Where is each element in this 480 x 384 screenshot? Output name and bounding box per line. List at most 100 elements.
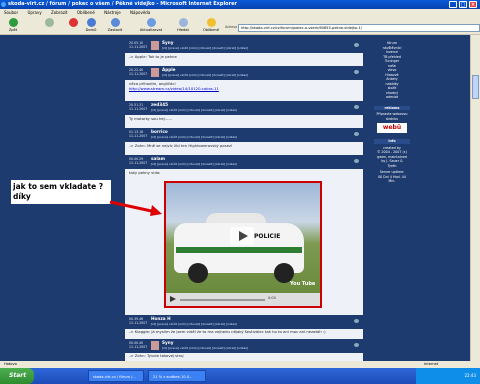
post-author[interactable]: Apple xyxy=(162,67,176,72)
back-button[interactable]: Zpět xyxy=(2,18,24,32)
post-actions[interactable]: [id] [pravé] vložit [nick] [citovat] [do… xyxy=(151,135,237,139)
menu-bar: Soubor Úpravy Zobrazit Oblíbené Nástroje… xyxy=(0,9,480,17)
post-author[interactable]: Syny xyxy=(162,40,173,45)
windows-taskbar: Start skoda-virt.cz / fórum /... 21 % z … xyxy=(0,368,480,384)
stop-icon xyxy=(68,18,78,27)
avatar xyxy=(151,41,159,50)
taskbar-item[interactable]: skoda-virt.cz / fórum /... xyxy=(88,370,144,382)
post-header: 01.13.18 11.11.2007 borrico [id] [pravé] … xyxy=(125,128,363,142)
page-scrollbar[interactable] xyxy=(470,35,480,367)
video-player[interactable]: POLICIE You Tube 0:00 xyxy=(164,181,322,308)
search-button[interactable]: Hledat xyxy=(172,18,194,32)
reply-icon[interactable] xyxy=(354,159,359,163)
status-text: Hotovo xyxy=(4,362,17,366)
ad-note: Připravte webovou stránku xyxy=(376,112,408,121)
right-sidebar: fórum návštěvníci inzerce TB přehled Tun… xyxy=(374,41,410,184)
post-actions[interactable]: [id] [pravé] vložit [nick] [citovat] [do… xyxy=(151,322,237,326)
zone-text: Internet xyxy=(424,362,439,366)
close-button[interactable]: × xyxy=(469,1,477,8)
post-author[interactable]: Honza H xyxy=(151,316,171,321)
post-header: 20.51.31 11.11.2007 zed345 [id] [pravé] v… xyxy=(125,101,363,115)
post-link[interactable]: http://www.stream.cz/video/14/10120-cobr… xyxy=(129,86,219,91)
reply-icon[interactable] xyxy=(354,343,359,347)
system-tray: 22:43 xyxy=(416,368,480,384)
update-button[interactable]: Aktualizovat xyxy=(136,18,166,32)
window-titlebar: skoda-virt.cz / fórum / pokec o všem / P… xyxy=(0,0,480,9)
post-actions[interactable]: [id] [pravé] vložit [nick] [citovat] [do… xyxy=(151,162,237,166)
video-time: 0:00 xyxy=(268,296,276,300)
ie-icon xyxy=(1,2,6,7)
reply-icon[interactable] xyxy=(354,105,359,109)
car-text: POLICIE xyxy=(254,233,281,240)
status-bar: Hotovo Internet xyxy=(0,361,480,368)
home-button[interactable]: Domů xyxy=(80,18,102,32)
post-author[interactable]: zed345 xyxy=(151,102,168,107)
post-body: -> Klaggle: já myslím že jsem viděl že t… xyxy=(129,329,326,334)
search-icon xyxy=(178,18,188,27)
callout-arrow-icon xyxy=(109,200,162,216)
minimize-button[interactable]: _ xyxy=(449,1,457,8)
back-arrow-icon xyxy=(8,18,18,27)
address-label: Adresa xyxy=(225,25,238,29)
post-body: -> Zohn: Mně se nejvíc líbí ten Hightowe… xyxy=(129,143,233,148)
ad-header: reklama xyxy=(374,105,410,110)
home-icon xyxy=(86,18,96,27)
post-header: 00.00.29 11.11.2007 salam [id] [pravé] vl… xyxy=(125,155,363,169)
post-body: něco přihodím, angličáci http://www.stre… xyxy=(129,81,219,91)
clock: 22:43 xyxy=(464,373,476,378)
info-header: info xyxy=(374,139,410,144)
reply-icon[interactable] xyxy=(354,43,359,47)
reply-icon[interactable] xyxy=(354,70,359,74)
menu-favorites[interactable]: Oblíbené xyxy=(77,10,95,15)
post-author[interactable]: salam xyxy=(151,156,165,161)
youtube-logo: You Tube xyxy=(290,281,316,287)
menu-view[interactable]: Zobrazit xyxy=(51,10,68,15)
post-header: 00.00.40 11.11.2007 Syny [id] [pravé] vlo… xyxy=(125,339,363,353)
menu-file[interactable]: Soubor xyxy=(4,10,18,15)
scrollbar-thumb[interactable] xyxy=(472,75,479,99)
update-icon xyxy=(146,18,156,27)
menu-tools[interactable]: Nástroje xyxy=(104,10,121,15)
play-button[interactable] xyxy=(170,296,176,302)
window-title: skoda-virt.cz / fórum / pokec o všem / P… xyxy=(8,1,237,7)
post-actions[interactable]: [id] [pravé] vložit [nick] [citovat] [do… xyxy=(151,108,237,112)
address-input[interactable]: http://skoda-virt.cz/cz/forum/pokec-o-vs… xyxy=(238,24,480,32)
post-body: Ty motorky sou hej...... xyxy=(129,116,173,121)
start-button[interactable]: Start xyxy=(0,368,34,384)
avatar xyxy=(151,68,159,77)
post-actions[interactable]: [id] [pravé] vložit [nick] [citovat] [do… xyxy=(162,73,248,77)
refresh-button[interactable]: Zastavit xyxy=(104,18,126,32)
post-author[interactable]: borrico xyxy=(151,129,168,134)
post-actions[interactable]: [id] [pravé] vložit [nick] [citovat] [do… xyxy=(162,46,248,50)
forward-arrow-icon xyxy=(44,18,54,27)
info-line: © 2004 - 2007 (c) xyxy=(377,150,407,154)
video-controls: 0:00 xyxy=(166,293,320,306)
info-line: Min. xyxy=(388,179,396,183)
play-icon xyxy=(239,231,248,241)
info-line: Tyeth xyxy=(387,163,397,168)
refresh-icon xyxy=(110,18,120,27)
post-body: -> Zohn: Tyvole takovej stroj xyxy=(129,353,184,358)
post-actions[interactable]: [id] [pravé] vložit [nick] [citovat] [do… xyxy=(162,346,248,350)
taskbar-item[interactable]: 21 % z aodbee-10-0... xyxy=(148,370,206,382)
avatar xyxy=(151,341,159,350)
post-body: taky pekny vido: xyxy=(129,170,161,175)
progress-bar[interactable] xyxy=(180,299,265,301)
post-body: -> Apple: Tak to je pekne xyxy=(129,54,177,59)
webu-ad-banner[interactable]: webŭ xyxy=(377,123,407,133)
post-author[interactable]: Syny xyxy=(162,340,173,345)
reply-icon[interactable] xyxy=(354,132,359,136)
annotation-callout: jak to sem vkladate ? díky xyxy=(11,180,111,204)
post-header: 20.05.10 11.11.2007 Syny [id] [pravé] vlo… xyxy=(125,39,363,53)
maximize-button[interactable]: □ xyxy=(459,1,467,8)
menu-help[interactable]: Nápověda xyxy=(130,10,150,15)
post-header: 00.39.46 11.11.2007 Honza H [id] [pravé] … xyxy=(125,315,363,329)
video-thumbnail: POLICIE You Tube xyxy=(166,183,320,293)
post-header: 20.22.40 11.11.2007 Apple [id] [pravé] vl… xyxy=(125,66,363,80)
favorites-button[interactable]: Oblíbené xyxy=(200,18,222,32)
reply-icon[interactable] xyxy=(354,319,359,323)
sidebar-item[interactable]: odeslat xyxy=(374,95,410,100)
menu-edit[interactable]: Úpravy xyxy=(27,10,41,15)
forward-button[interactable] xyxy=(38,18,60,28)
star-icon xyxy=(206,18,216,27)
